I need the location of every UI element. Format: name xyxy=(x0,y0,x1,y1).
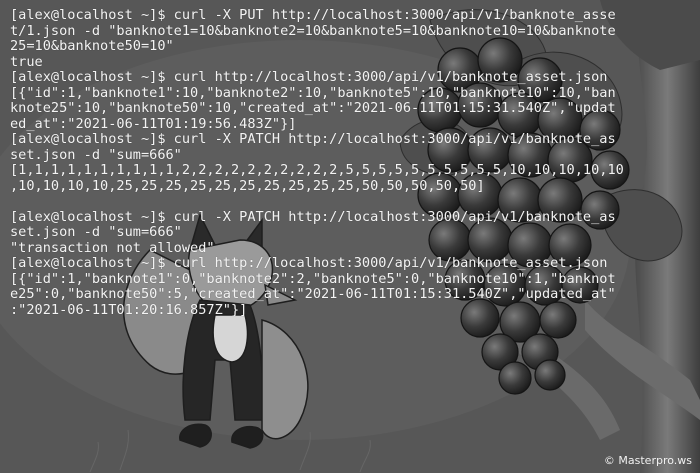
terminal-line: t/1.json -d "banknote1=10&banknote2=10&b… xyxy=(10,22,616,39)
terminal-line: [alex@localhost ~]$ curl -X PATCH http:/… xyxy=(10,131,616,147)
terminal-line: [alex@localhost ~]$ curl http://localhos… xyxy=(10,255,608,271)
terminal-line: e25":0,"banknote50":5,"created_at":"2021… xyxy=(10,286,616,302)
watermark-text: © Masterpro.ws xyxy=(603,454,692,467)
terminal-line: [{"id":1,"banknote1":0,"banknote2":2,"ba… xyxy=(10,270,616,287)
terminal-line: [alex@localhost ~]$ curl -X PATCH http:/… xyxy=(10,208,616,225)
terminal-line: :"2021-06-11T01:20:16.857Z"}] xyxy=(10,301,248,318)
terminal-line: [{"id":1,"banknote1":10,"banknote2":10,"… xyxy=(10,84,616,101)
terminal-line: knote25":10,"banknote50":10,"created_at"… xyxy=(10,100,616,116)
terminal-line: ed_at":"2021-06-11T01:19:56.483Z"}] xyxy=(10,115,297,132)
terminal-window[interactable]: [alex@localhost ~]$ curl -X PUT http://l… xyxy=(0,0,700,473)
terminal-output[interactable]: [alex@localhost ~]$ curl -X PUT http://l… xyxy=(10,7,694,318)
terminal-line: "transaction not allowed" xyxy=(10,239,215,256)
terminal-line: 25=10&banknote50=10" xyxy=(10,38,174,54)
terminal-line: [1,1,1,1,1,1,1,1,1,1,2,2,2,2,2,2,2,2,2,2… xyxy=(10,162,624,178)
terminal-line: [alex@localhost ~]$ curl -X PUT http://l… xyxy=(10,7,616,23)
terminal-line: [alex@localhost ~]$ curl http://localhos… xyxy=(10,69,608,85)
terminal-line: set.json -d "sum=666" xyxy=(10,146,182,163)
terminal-line: set.json -d "sum=666" xyxy=(10,224,182,240)
terminal-line: true xyxy=(10,53,43,70)
terminal-line: ,10,10,10,10,25,25,25,25,25,25,25,25,25,… xyxy=(10,177,485,194)
